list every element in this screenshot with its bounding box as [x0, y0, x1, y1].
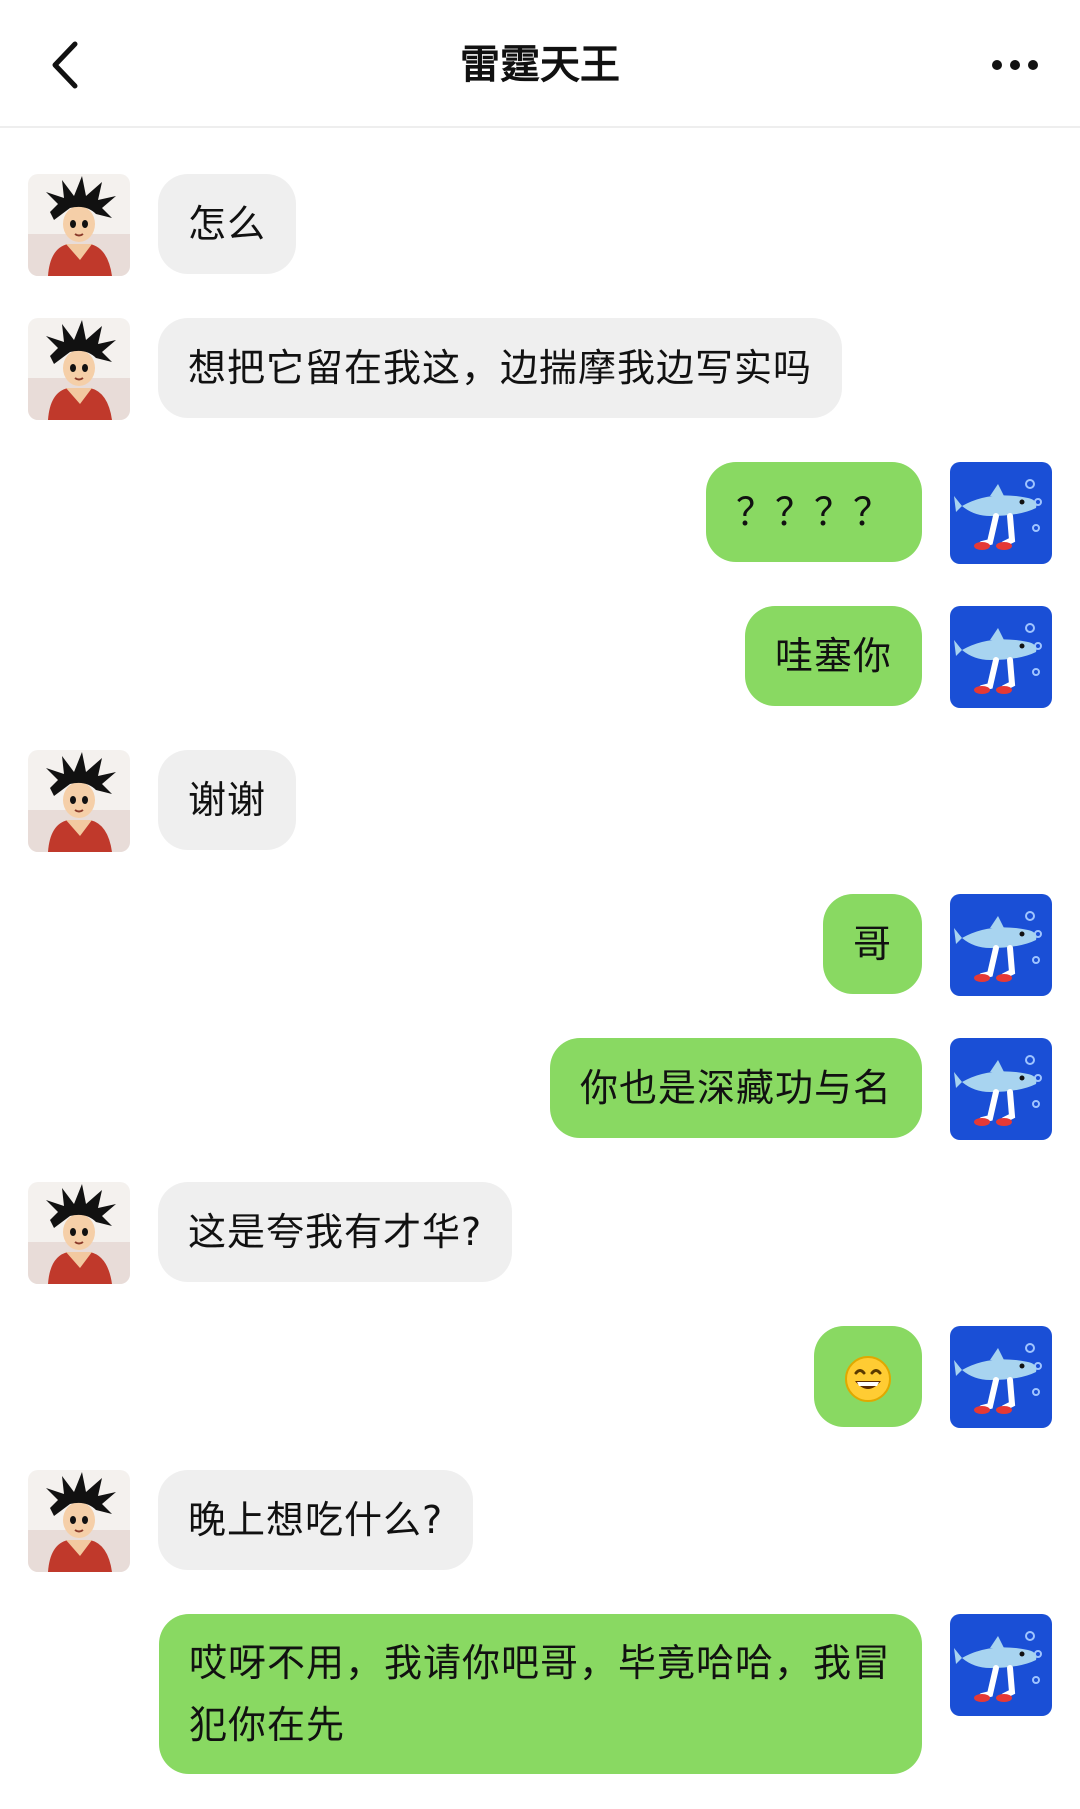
message-bubble[interactable]: 哥 — [822, 894, 922, 994]
message-bubble[interactable]: 哎呀不用，我请你吧哥，毕竟哈哈，我冒犯你在先 — [159, 1614, 922, 1774]
chat-title: 雷霆天王 — [460, 42, 620, 88]
message-bubble[interactable]: 哇塞你 — [744, 606, 922, 706]
my-avatar[interactable] — [950, 1038, 1052, 1140]
chevron-left-icon — [52, 41, 78, 89]
grinning-face-emoji — [844, 1355, 892, 1403]
message-bubble[interactable]: 你也是深藏功与名 — [549, 1038, 922, 1138]
contact-avatar[interactable] — [28, 174, 130, 276]
back-button[interactable] — [34, 30, 94, 100]
message-bubble[interactable]: 晚上想吃什么? — [158, 1470, 474, 1570]
message-bubble[interactable]: 这是夸我有才华? — [158, 1182, 513, 1282]
message-bubble[interactable]: ？？？？ — [705, 462, 922, 562]
message-bubble[interactable] — [814, 1326, 922, 1427]
my-avatar[interactable] — [950, 1326, 1052, 1428]
my-avatar[interactable] — [950, 894, 1052, 996]
contact-avatar[interactable] — [28, 1182, 130, 1284]
more-dots-icon — [992, 60, 1038, 70]
contact-avatar[interactable] — [28, 750, 130, 852]
chat-header: 雷霆天王 — [0, 0, 1080, 128]
my-avatar[interactable] — [950, 462, 1052, 564]
chat-screen: 雷霆天王 怎么 想把它留在我这，边揣摩我边写实吗 ？？？？ 哇塞你 谢谢 哥 你… — [0, 0, 1080, 1809]
message-bubble[interactable]: 怎么 — [158, 174, 297, 274]
message-bubble[interactable]: 谢谢 — [158, 750, 297, 850]
more-options-button[interactable] — [980, 30, 1050, 100]
my-avatar[interactable] — [950, 1614, 1052, 1716]
contact-avatar[interactable] — [28, 1470, 130, 1572]
contact-avatar[interactable] — [28, 318, 130, 420]
message-bubble[interactable]: 想把它留在我这，边揣摩我边写实吗 — [158, 318, 843, 418]
my-avatar[interactable] — [950, 606, 1052, 708]
